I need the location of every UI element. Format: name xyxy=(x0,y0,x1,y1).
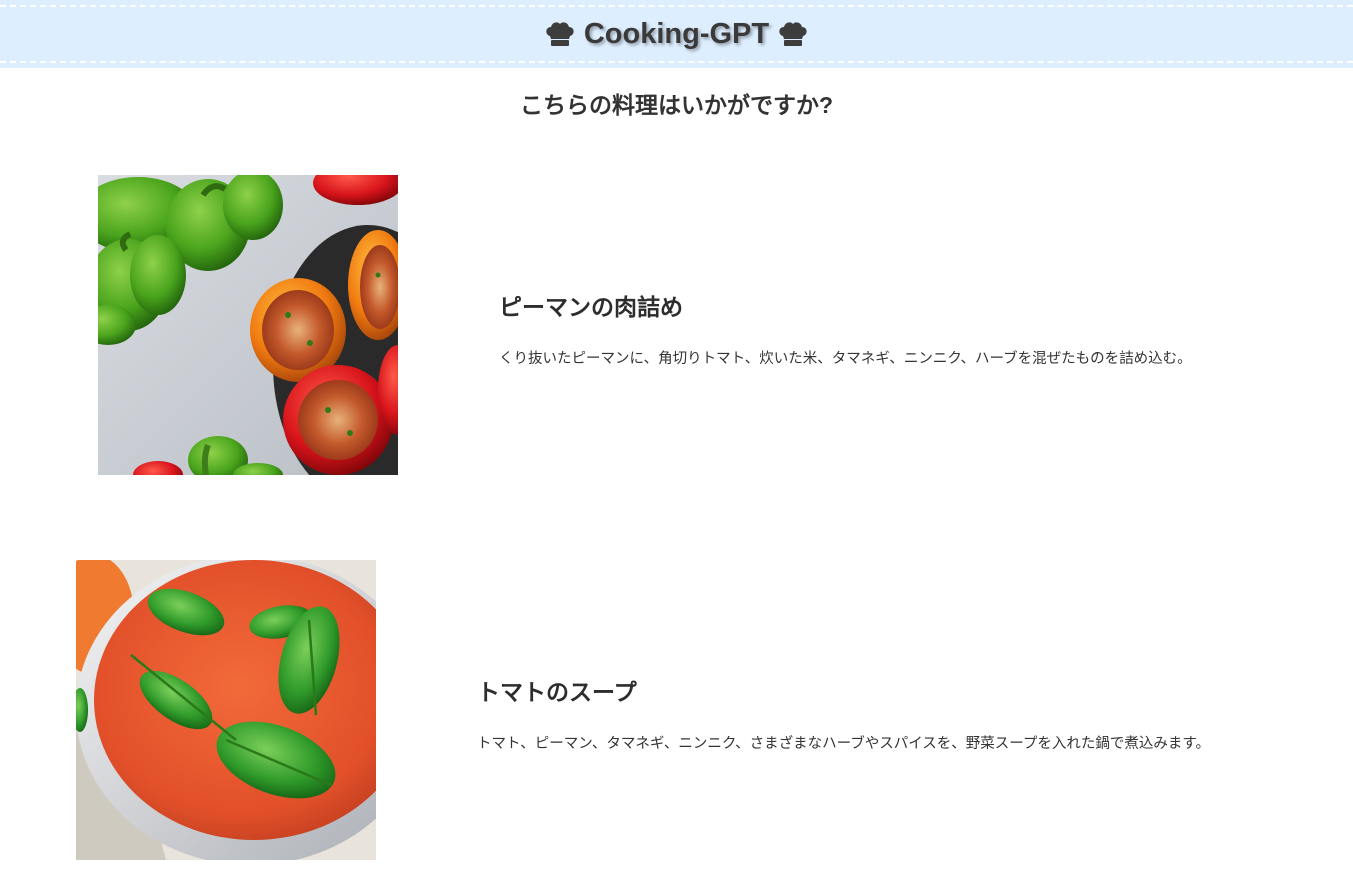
dish-card: トマトのスープ トマト、ピーマン、タマネギ、ニンニク、さまざまなハーブやスパイス… xyxy=(76,560,1326,860)
dish-description: トマト、ピーマン、タマネギ、ニンニク、さまざまなハーブやスパイスを、野菜スープを… xyxy=(477,736,1210,752)
stuffed-peppers-image xyxy=(98,175,398,475)
chef-hat-icon xyxy=(779,22,807,46)
dish-description: くり抜いたピーマンに、角切りトマト、炊いた米、タマネギ、ニンニク、ハーブを混ぜた… xyxy=(499,351,1192,367)
chef-hat-icon xyxy=(546,22,574,46)
dish-name: ピーマンの肉詰め xyxy=(499,294,683,320)
tomato-soup-image xyxy=(76,560,376,860)
site-header: Cooking-GPT xyxy=(0,0,1353,68)
dish-card: ピーマンの肉詰め くり抜いたピーマンに、角切りトマト、炊いた米、タマネギ、ニンニ… xyxy=(98,175,1298,475)
dish-name: トマトのスープ xyxy=(477,679,637,705)
stuffed-peppers-photo xyxy=(98,175,398,475)
page-subtitle: こちらの料理はいかがですか? xyxy=(519,92,834,118)
header-title-group: Cooking-GPT xyxy=(0,14,1353,54)
site-title: Cooking-GPT xyxy=(583,17,770,50)
header-bottom-dashed-border xyxy=(0,61,1353,63)
tomato-soup-photo xyxy=(76,560,376,860)
header-top-dashed-border xyxy=(0,5,1353,7)
